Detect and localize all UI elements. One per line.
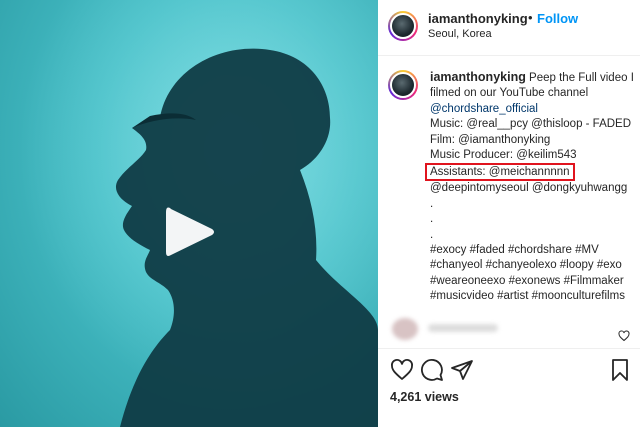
share-icon[interactable] [450, 358, 474, 382]
bookmark-icon[interactable] [608, 358, 632, 382]
post-header: iamanthonyking • Follow Seoul, Korea [378, 0, 640, 56]
view-count[interactable]: 4,261 views [390, 390, 459, 404]
caption-text: iamanthonyking Peep the Full video I fil… [425, 70, 634, 305]
mention-link[interactable]: @chordshare_official [430, 102, 634, 117]
caption-line: Film: @iamanthonyking [430, 133, 551, 146]
caption-username[interactable]: iamanthonyking [430, 70, 526, 84]
caption-line: filmed on our YouTube channel [430, 87, 589, 100]
divider [378, 348, 640, 349]
comment-icon[interactable] [420, 358, 444, 382]
hashtag-line[interactable]: #weareoneexo #exonews #Filmmaker [430, 274, 634, 289]
caption-line: Music Producer: @keilim543 [430, 149, 577, 162]
separator-dot: • [528, 10, 533, 25]
post-sidebar: iamanthonyking • Follow Seoul, Korea iam… [378, 0, 640, 427]
caption-line: Peep the Full video I [529, 72, 634, 84]
hashtag-line[interactable]: #exocy #faded #chordshare #MV [430, 243, 634, 258]
caption-dot: . [430, 197, 434, 210]
avatar[interactable] [388, 11, 418, 41]
video-player[interactable] [0, 0, 378, 427]
header-username[interactable]: iamanthonyking [428, 11, 528, 26]
blurred-comment-text [428, 324, 498, 332]
post-caption: iamanthonyking Peep the Full video I fil… [378, 56, 640, 306]
caption-avatar[interactable] [388, 70, 418, 100]
action-bar [378, 356, 640, 386]
follow-button[interactable]: Follow [537, 11, 578, 26]
location-link[interactable]: Seoul, Korea [428, 28, 492, 40]
highlighted-assistants-line: Assistants: @meichannnnn [425, 163, 575, 182]
comment-row [378, 316, 640, 344]
caption-line: @deepintomyseoul @dongkyuhwangg [430, 182, 628, 195]
hashtag-line[interactable]: #chanyeol #chanyeolexo #loopy #exo [430, 258, 634, 273]
caption-dot: . [430, 213, 434, 226]
caption-dot: . [430, 228, 434, 241]
play-icon[interactable] [164, 204, 216, 260]
hashtag-line[interactable]: #musicvideo #artist #moonculturefilms [430, 289, 634, 304]
comment-heart-icon[interactable] [618, 330, 630, 342]
blurred-commenter-avatar [392, 318, 418, 340]
heart-icon[interactable] [390, 358, 414, 382]
caption-line: Music: @real__pcy @thisloop - FADED [430, 118, 632, 131]
